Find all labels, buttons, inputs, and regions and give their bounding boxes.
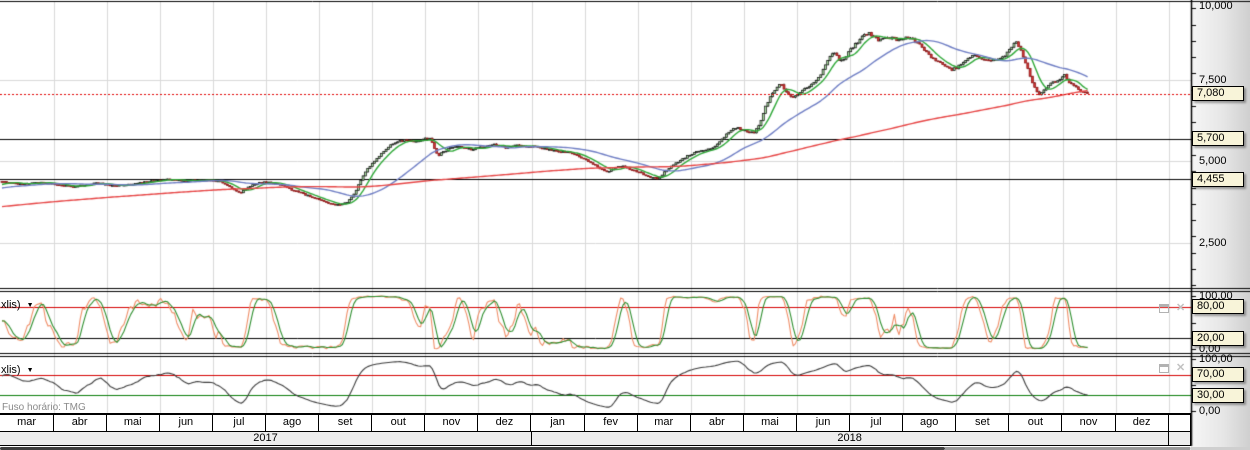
months-row: marabrmaijunjulagosetoutnovdezjanfevmara…: [0, 415, 1190, 432]
month-cell: mai: [107, 415, 160, 431]
month-cell: nov: [1063, 415, 1116, 431]
indicator-level-box: 30,00: [1192, 388, 1244, 403]
chart-canvas[interactable]: [0, 0, 1250, 450]
years-row: 20172018: [0, 432, 1190, 445]
price-axis-label: 2,500: [1199, 237, 1227, 249]
month-cell: dez: [478, 415, 531, 431]
dropdown-arrow-icon[interactable]: ▼: [27, 367, 34, 374]
indicator-axis-label: 0,00: [1199, 405, 1220, 417]
scrollbar-thumb[interactable]: [0, 447, 945, 450]
dropdown-arrow-icon[interactable]: ▼: [27, 302, 34, 309]
restore-icon[interactable]: [1159, 304, 1169, 313]
month-cell: out: [372, 415, 425, 431]
indicator-name-text: xlis): [1, 364, 21, 376]
indicator-axis-label: 100,00: [1199, 353, 1233, 365]
time-axis[interactable]: marabrmaijunjulagosetoutnovdezjanfevmara…: [0, 413, 1191, 446]
month-cell: out: [1009, 415, 1062, 431]
month-cell: abr: [54, 415, 107, 431]
month-cell: set: [319, 415, 372, 431]
indicator-level-box: 20,00: [1192, 331, 1244, 346]
close-icon[interactable]: ✕: [1176, 303, 1185, 313]
month-cell: jul: [850, 415, 903, 431]
price-label-box: 5,700: [1192, 131, 1244, 146]
month-cell: ago: [903, 415, 956, 431]
month-cell: ago: [266, 415, 319, 431]
indicator-label-stochastic[interactable]: xlis) ▼: [1, 299, 34, 311]
month-cell: dez: [1116, 415, 1169, 431]
month-cell: mar: [638, 415, 691, 431]
month-cell: jan: [532, 415, 585, 431]
year-cell: 2017: [1, 432, 532, 445]
price-label-box: 4,455: [1192, 172, 1244, 187]
restore-icon[interactable]: [1159, 364, 1169, 373]
month-cell: jul: [213, 415, 266, 431]
month-cell: mai: [744, 415, 797, 431]
timezone-label: Fuso horário: TMG: [2, 402, 86, 413]
indicator-level-box: 70,00: [1192, 367, 1244, 382]
indicator-name-text: xlis): [1, 299, 21, 311]
month-cell: jun: [160, 415, 213, 431]
scrollbar-end-cap: [1190, 447, 1250, 450]
price-axis-label: 7,500: [1199, 74, 1227, 86]
month-cell: set: [956, 415, 1009, 431]
indicator-level-box: 80,00: [1192, 299, 1244, 314]
trading-chart-window: xlis)▼ xlis)▼ ✕ ✕ Fuso horário: TMG mara…: [0, 0, 1250, 450]
horizontal-scrollbar[interactable]: [0, 447, 1250, 450]
month-cell: abr: [691, 415, 744, 431]
month-cell: fev: [585, 415, 638, 431]
month-cell: jun: [797, 415, 850, 431]
year-cell: 2018: [532, 432, 1169, 445]
close-icon[interactable]: ✕: [1176, 363, 1185, 373]
indicator-label-rsi[interactable]: xlis) ▼: [1, 364, 34, 376]
scrollbar-track[interactable]: [945, 447, 1190, 450]
month-cell: mar: [1, 415, 54, 431]
price-axis-label: 10,000: [1199, 0, 1233, 12]
price-label-box: 7,080: [1192, 86, 1244, 101]
month-cell: nov: [425, 415, 478, 431]
price-axis-label: 5,000: [1199, 155, 1227, 167]
